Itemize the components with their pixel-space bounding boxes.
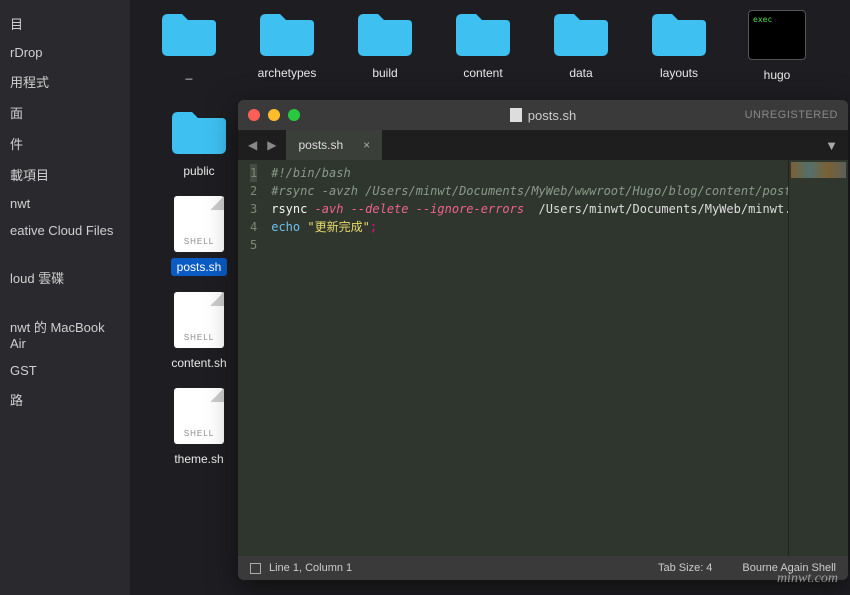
line-gutter: 1 2 3 4 5 (238, 160, 265, 556)
sidebar-item[interactable]: 面 (0, 97, 130, 128)
sidebar-item[interactable]: nwt 的 MacBook Air (0, 311, 130, 357)
folder-item[interactable]: public (160, 108, 238, 180)
icon-label: content.sh (165, 354, 232, 372)
minimap[interactable] (788, 160, 848, 556)
cursor-position[interactable]: Line 1, Column 1 (269, 562, 352, 574)
sidebar-item[interactable]: GST (0, 357, 130, 384)
file-item-theme[interactable]: SHELL theme.sh (160, 388, 238, 468)
folder-item[interactable]: archetypes (248, 10, 326, 84)
tab-label: posts.sh (298, 138, 343, 152)
sidebar-item[interactable]: 載項目 (0, 159, 130, 190)
unregistered-label: UNREGISTERED (745, 109, 838, 121)
tabbar-more-button[interactable]: ▼ (815, 138, 848, 153)
file-icon: SHELL (174, 196, 224, 252)
sidebar-item[interactable]: 目 (0, 8, 130, 39)
sidebar-item[interactable]: 用程式 (0, 66, 130, 97)
sidebar-item[interactable]: loud 雲碟 (0, 262, 130, 293)
sidebar-item[interactable]: 件 (0, 128, 130, 159)
folder-icon (356, 10, 414, 58)
status-icon[interactable] (250, 563, 261, 574)
finder-sidebar: 目 rDrop 用程式 面 件 載項目 nwt eative Cloud Fil… (0, 0, 130, 595)
exec-icon: exec (748, 10, 806, 60)
folder-item[interactable]: _ (150, 10, 228, 84)
icon-label: layouts (654, 64, 704, 82)
window-zoom-button[interactable] (288, 109, 300, 121)
sidebar-item[interactable]: rDrop (0, 39, 130, 66)
folder-icon (650, 10, 708, 58)
folder-item[interactable]: content (444, 10, 522, 84)
icon-label: theme.sh (168, 450, 229, 468)
folder-item[interactable]: data (542, 10, 620, 84)
editor-tabbar: ◀ ▶ posts.sh × ▼ (238, 130, 848, 160)
tab-size-selector[interactable]: Tab Size: 4 (658, 562, 712, 574)
file-icon: SHELL (174, 292, 224, 348)
sidebar-item[interactable]: nwt (0, 190, 130, 217)
hugo-exec-item[interactable]: exec hugo (738, 10, 816, 84)
sublime-editor-window: posts.sh UNREGISTERED ◀ ▶ posts.sh × ▼ 1… (238, 100, 848, 580)
icon-label: build (366, 64, 403, 82)
sidebar-item[interactable]: eative Cloud Files (0, 217, 130, 244)
editor-titlebar[interactable]: posts.sh UNREGISTERED (238, 100, 848, 130)
close-tab-button[interactable]: × (363, 138, 370, 152)
folder-icon (258, 10, 316, 58)
icon-label: content (457, 64, 508, 82)
folder-icon (552, 10, 610, 58)
file-item-posts[interactable]: SHELL posts.sh (160, 196, 238, 276)
icon-label: archetypes (252, 64, 323, 82)
window-close-button[interactable] (248, 109, 260, 121)
folder-item[interactable]: layouts (640, 10, 718, 84)
file-item-content[interactable]: SHELL content.sh (160, 292, 238, 372)
icon-label: data (563, 64, 598, 82)
icon-label: hugo (758, 66, 797, 84)
history-back-button[interactable]: ◀ (244, 136, 261, 154)
watermark: minwt.com (777, 571, 838, 587)
finder-icon-area: _ archetypes build content data layouts … (150, 0, 850, 94)
folder-icon (160, 10, 218, 58)
folder-item[interactable]: build (346, 10, 424, 84)
editor-statusbar: Line 1, Column 1 Tab Size: 4 Bourne Agai… (238, 556, 848, 580)
icon-label: posts.sh (171, 258, 228, 276)
icon-label: public (177, 162, 220, 180)
icon-label: _ (180, 64, 199, 82)
folder-icon (170, 108, 228, 156)
window-minimize-button[interactable] (268, 109, 280, 121)
editor-body[interactable]: 1 2 3 4 5 #!/bin/bash #rsync -avzh /User… (238, 160, 848, 556)
editor-tab[interactable]: posts.sh × (286, 130, 382, 160)
sidebar-item[interactable]: 路 (0, 384, 130, 415)
file-icon (510, 108, 522, 122)
folder-icon (454, 10, 512, 58)
file-icon: SHELL (174, 388, 224, 444)
code-area[interactable]: #!/bin/bash #rsync -avzh /Users/minwt/Do… (265, 160, 788, 556)
history-forward-button[interactable]: ▶ (263, 136, 280, 154)
